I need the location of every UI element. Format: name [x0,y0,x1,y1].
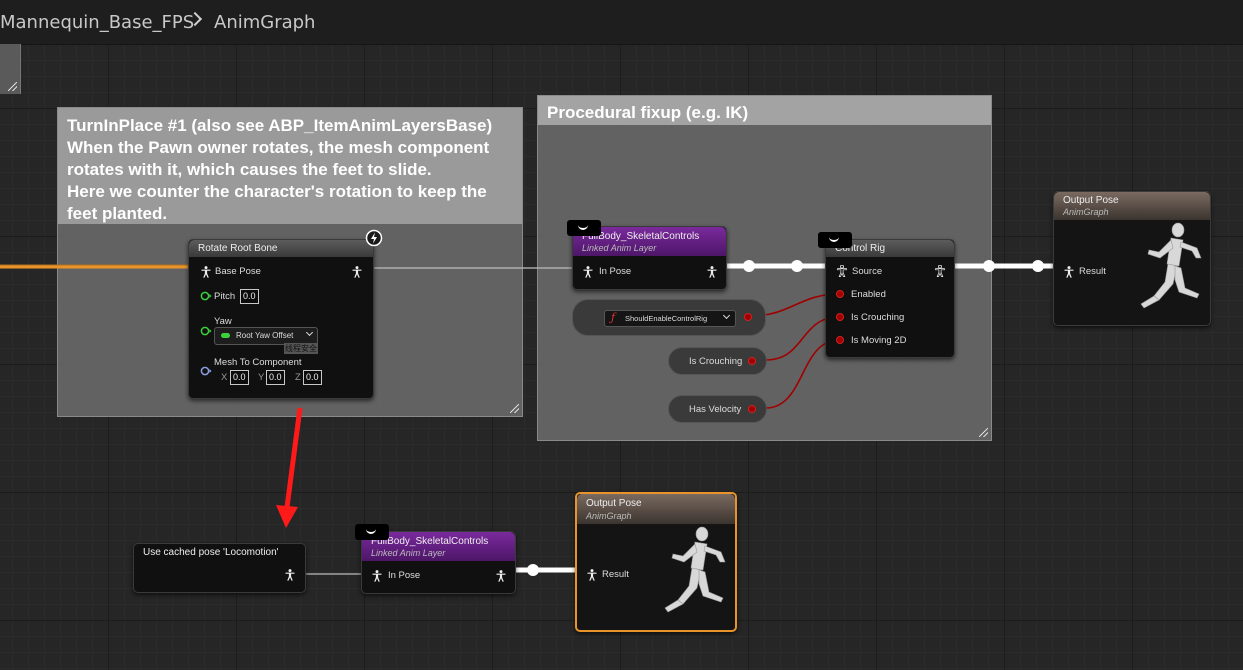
node-subtitle: AnimGraph [1063,207,1109,217]
mannequin-running-icon [664,526,726,613]
output-pose-node[interactable]: Output Pose AnimGraph Result [1053,191,1211,326]
node-subtitle: Linked Anim Layer [371,548,446,558]
node-title: Use cached pose 'Locomotion' [143,547,279,558]
node-subtitle: Linked Anim Layer [582,243,657,253]
vector-pin-icon[interactable] [200,366,212,376]
variable-color-icon [221,333,230,338]
function-icon: ƒ [611,311,616,324]
result-label: Result [602,569,629,580]
bool-output-pin[interactable] [748,357,756,365]
person-pose-icon[interactable] [587,569,597,581]
float-pin-icon[interactable] [200,326,212,336]
in-pose-label: In Pose [599,266,632,277]
pitch-input[interactable]: 0.0 [240,289,259,304]
node-header: Output Pose AnimGraph [577,494,735,524]
z-input[interactable]: 0.0 [303,370,322,385]
float-pin-icon[interactable] [200,291,212,301]
lightning-icon [365,229,383,247]
node-subtitle: AnimGraph [586,511,632,521]
person-pose-icon[interactable] [837,265,847,277]
collapse-icon[interactable] [355,524,389,540]
collapse-icon[interactable] [818,232,852,248]
collapse-icon[interactable] [567,220,601,236]
x-label: X [221,372,228,383]
linked-anim-layer-node[interactable]: FullBody_SkeletalControls Linked Anim La… [361,531,516,594]
is-crouching-variable[interactable]: Is Crouching [668,347,767,375]
y-label: Y [258,372,265,383]
z-label: Z [295,372,301,383]
node-header: Rotate Root Bone [189,240,373,257]
enabled-label: Enabled [851,289,886,300]
yaw-label: Yaw [214,316,232,327]
use-cached-pose-node[interactable]: Use cached pose 'Locomotion' [133,543,306,593]
control-rig-node[interactable]: Control Rig Source Enabled Is Crouching … [825,239,955,358]
source-label: Source [852,266,883,277]
bool-output-pin[interactable] [748,405,756,413]
chevron-down-icon [305,328,314,337]
mesh-to-component-label: Mesh To Component [214,357,302,368]
variable-label: Is Crouching [689,356,743,367]
node-title: Output Pose [1063,195,1119,206]
chevron-down-icon [722,311,731,320]
pitch-label: Pitch [214,291,236,302]
y-input[interactable]: 0.0 [266,370,285,385]
rotate-root-bone-node[interactable]: Rotate Root Bone Base Pose Pitch 0.0 Yaw… [188,239,374,399]
node-title: Output Pose [586,498,642,509]
bool-output-pin[interactable] [744,313,752,321]
x-input[interactable]: 0.0 [230,370,249,385]
bool-input-pin[interactable] [836,290,844,298]
bool-input-pin[interactable] [836,336,844,344]
person-pose-icon[interactable] [496,570,506,582]
node-header: Output Pose AnimGraph [1054,192,1210,220]
should-enable-control-rig-node[interactable]: ƒ ShouldEnableControlRig [572,299,766,336]
function-select[interactable]: ƒ ShouldEnableControlRig [604,310,736,327]
variable-label: Has Velocity [689,404,742,415]
mannequin-running-icon [1140,222,1202,309]
result-label: Result [1079,266,1106,277]
person-pose-icon[interactable] [372,570,382,582]
person-pose-icon[interactable] [707,266,717,278]
thread-safe-badge: 线程安全 [284,343,318,354]
bool-input-pin[interactable] [836,313,844,321]
person-pose-icon[interactable] [935,265,945,277]
node-title: Rotate Root Bone [198,243,278,254]
has-velocity-variable[interactable]: Has Velocity [668,395,767,423]
person-pose-icon[interactable] [583,266,593,278]
output-pose-node-selected[interactable]: Output Pose AnimGraph Result [575,492,737,632]
person-pose-icon[interactable] [1064,266,1074,278]
is-crouching-label: Is Crouching [851,312,905,323]
person-pose-icon[interactable] [201,266,211,278]
yaw-select-value: Root Yaw Offset [236,331,294,340]
in-pose-label: In Pose [388,570,421,581]
base-pose-label: Base Pose [215,266,261,277]
function-name: ShouldEnableControlRig [625,314,708,323]
person-pose-icon[interactable] [352,266,362,278]
is-moving-2d-label: Is Moving 2D [851,335,907,346]
person-pose-icon[interactable] [285,569,295,581]
